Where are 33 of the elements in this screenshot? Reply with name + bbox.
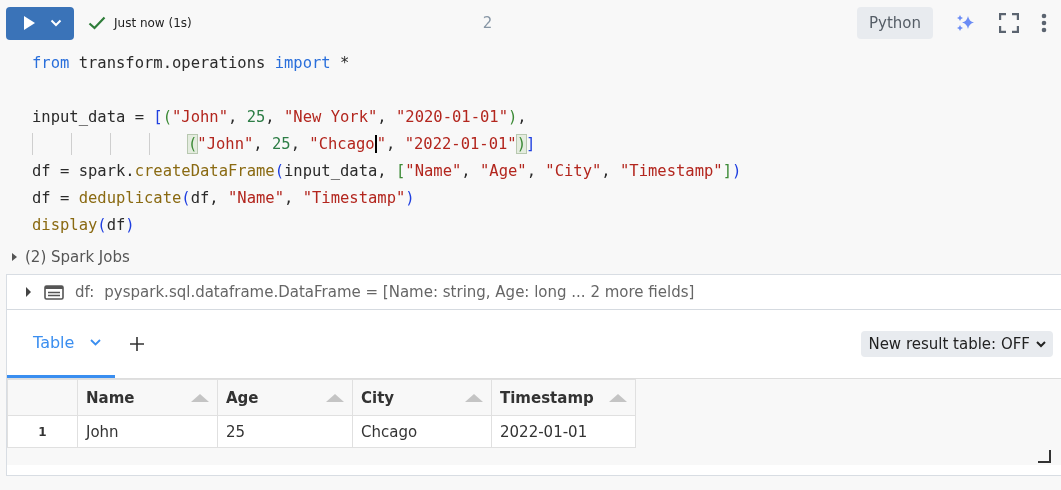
expand-icon[interactable]	[26, 287, 31, 297]
code-line: display(df)	[32, 215, 135, 234]
column-header[interactable]: Age	[217, 379, 353, 416]
code-line: ("John", 25, "Chcago", "2022-01-01")]	[188, 134, 536, 153]
dataframe-schema: pyspark.sql.dataframe.DataFrame = [Name: string, Age: long ... 2 more fields]	[104, 283, 695, 301]
add-icon[interactable]	[129, 336, 146, 352]
run-button[interactable]	[6, 6, 74, 40]
column-header[interactable]: Timestamp	[491, 379, 636, 416]
chevron-down-icon[interactable]	[1036, 340, 1046, 348]
sparkle-icon[interactable]	[955, 13, 977, 33]
table-icon	[44, 284, 64, 300]
run-status: Just now (1s)	[114, 16, 192, 30]
play-icon	[22, 15, 36, 31]
resize-handle-icon[interactable]	[1037, 449, 1051, 463]
table-cell: 25	[217, 415, 353, 448]
chevron-down-icon	[50, 19, 62, 27]
column-header[interactable]: City	[352, 379, 492, 416]
code-line: df = spark.createDataFrame(input_data, ["Name", "Age", "City", "Timestamp"])	[32, 161, 742, 180]
code-line: df = deduplicate(df, "Name", "Timestamp")	[32, 188, 415, 207]
table-cell: Chcago	[352, 415, 492, 448]
new-result-table-toggle[interactable]: New result table: OFF	[861, 331, 1053, 357]
table-cell: John	[77, 415, 218, 448]
column-header[interactable]: Name	[77, 379, 218, 416]
fullscreen-icon[interactable]	[999, 13, 1019, 33]
more-options-icon[interactable]	[1041, 13, 1047, 33]
variable-name: df:	[75, 283, 95, 301]
spark-jobs-toggle[interactable]: (2) Spark Jobs	[8, 248, 134, 266]
code-line: from transform.operations import *	[32, 53, 350, 72]
cell-number: 2	[482, 14, 493, 32]
table-cell: 2022-01-01	[491, 415, 636, 448]
language-button[interactable]: Python	[857, 7, 933, 39]
row-number: 1	[7, 415, 78, 448]
code-line: input_data = [("John", 25, "New York", "2020-01-01"),	[32, 107, 527, 126]
